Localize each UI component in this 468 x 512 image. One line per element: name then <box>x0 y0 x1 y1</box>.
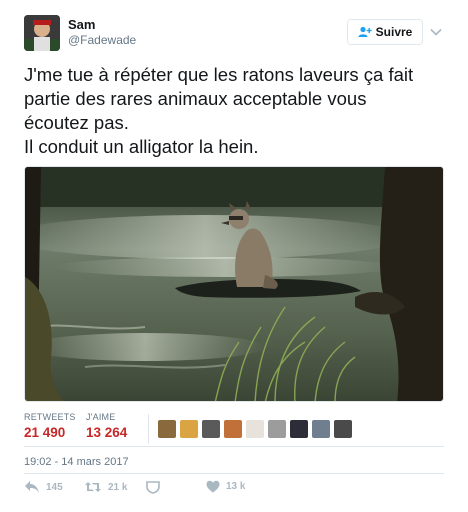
likes-stat[interactable]: J'AIME 13 264 <box>86 412 127 440</box>
reply-button[interactable]: 145 <box>24 480 63 494</box>
liker-avatar[interactable] <box>290 420 308 438</box>
likers-avatars <box>158 420 352 438</box>
tweet-stats: RETWEETS 21 490 J'AIME 13 264 <box>24 412 444 446</box>
liker-avatar[interactable] <box>202 420 220 438</box>
tweet-timestamp[interactable]: 19:02 - 14 mars 2017 <box>24 456 129 468</box>
author-handle[interactable]: @Fadewade <box>68 33 136 47</box>
liker-avatar[interactable] <box>312 420 330 438</box>
liker-avatar[interactable] <box>246 420 264 438</box>
likes-value: 13 264 <box>86 425 128 440</box>
liker-avatar[interactable] <box>268 420 286 438</box>
photo-raccoon-on-alligator-icon <box>25 167 443 401</box>
stats-separator <box>148 414 149 444</box>
divider <box>24 446 444 447</box>
liker-avatar[interactable] <box>158 420 176 438</box>
retweet-button[interactable]: 21 k <box>84 480 127 494</box>
avatar-photo-icon <box>24 15 60 51</box>
author-names: Sam @Fadewade <box>68 17 136 47</box>
like-button[interactable]: 13 k <box>206 480 245 493</box>
liker-avatar[interactable] <box>224 420 242 438</box>
follow-label: Suivre <box>375 25 413 39</box>
shield-icon <box>146 481 160 494</box>
direct-message-button[interactable] <box>146 480 160 494</box>
tweet-text: J'me tue à répéter que les ratons laveur… <box>24 64 414 157</box>
tweet-actions: 145 21 k 13 k <box>24 480 444 498</box>
retweet-count: 21 k <box>108 481 128 493</box>
add-user-icon <box>358 26 372 37</box>
tweet-photo[interactable] <box>24 166 444 402</box>
tweet-header: Sam @Fadewade Suivre <box>24 15 448 55</box>
divider <box>24 473 444 474</box>
reply-icon <box>25 481 39 493</box>
follow-button[interactable]: Suivre <box>347 19 423 45</box>
liker-avatar[interactable] <box>334 420 352 438</box>
likes-label: J'AIME <box>86 412 116 422</box>
retweet-icon <box>85 482 101 492</box>
more-menu-button[interactable] <box>428 24 444 40</box>
retweets-stat[interactable]: RETWEETS 21 490 <box>24 412 76 440</box>
retweets-value: 21 490 <box>24 425 66 440</box>
liker-avatar[interactable] <box>180 420 198 438</box>
retweets-label: RETWEETS <box>24 412 76 422</box>
like-count: 13 k <box>226 481 246 492</box>
chevron-down-icon <box>430 28 442 36</box>
author-display-name[interactable]: Sam <box>68 17 136 33</box>
reply-count: 145 <box>46 481 63 493</box>
heart-icon <box>206 480 220 493</box>
author-avatar[interactable] <box>24 15 60 51</box>
